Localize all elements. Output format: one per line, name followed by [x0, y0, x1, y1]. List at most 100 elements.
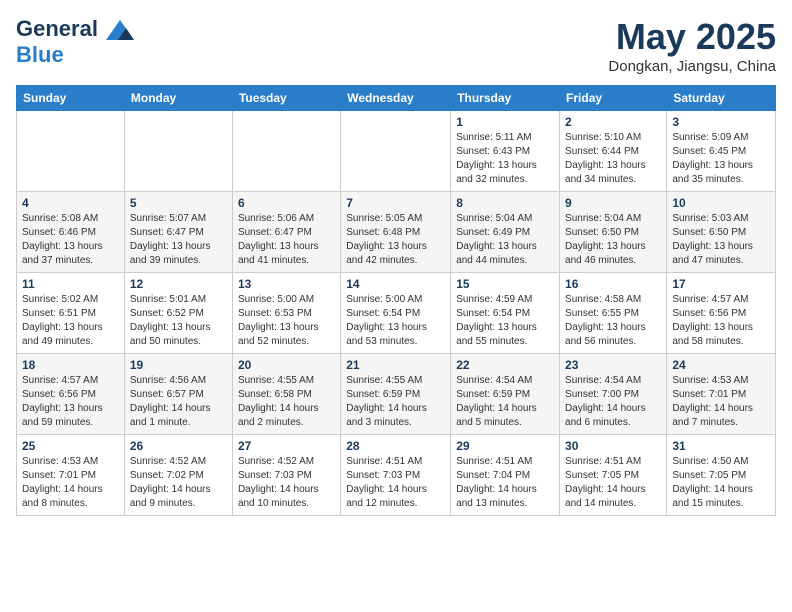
day-number: 30	[565, 439, 661, 453]
day-number: 7	[346, 196, 445, 210]
day-number: 3	[672, 115, 770, 129]
day-info: Sunrise: 4:57 AMSunset: 6:56 PMDaylight:…	[672, 293, 770, 349]
week-row-4: 18 Sunrise: 4:57 AMSunset: 6:56 PMDayligh…	[17, 354, 776, 435]
day-number: 16	[565, 277, 661, 291]
day-cell: 6Sunrise: 5:06 AMSunset: 6:47 PMDaylight…	[232, 192, 340, 273]
day-cell: 9 Sunrise: 5:04 AMSunset: 6:50 PMDaylight…	[560, 192, 667, 273]
day-cell: 21 Sunrise: 4:55 AMSunset: 6:59 PMDayligh…	[341, 354, 451, 435]
header-sunday: Sunday	[17, 86, 125, 111]
day-cell: 24 Sunrise: 4:53 AMSunset: 7:01 PMDayligh…	[667, 354, 776, 435]
day-cell: 27 Sunrise: 4:52 AMSunset: 7:03 PMDayligh…	[232, 435, 340, 516]
day-info: Sunrise: 5:00 AMSunset: 6:54 PMDaylight:…	[346, 293, 445, 349]
day-info: Sunrise: 5:00 AMSunset: 6:53 PMDaylight:…	[238, 293, 335, 349]
day-info: Sunrise: 4:51 AMSunset: 7:03 PMDaylight:…	[346, 455, 445, 511]
header-tuesday: Tuesday	[232, 86, 340, 111]
day-cell: 8 Sunrise: 5:04 AMSunset: 6:49 PMDaylight…	[451, 192, 560, 273]
day-info: Sunrise: 5:10 AMSunset: 6:44 PMDaylight:…	[565, 131, 661, 187]
day-number: 5	[130, 196, 227, 210]
day-number: 22	[456, 358, 554, 372]
day-number: 9	[565, 196, 661, 210]
day-cell: 26Sunrise: 4:52 AMSunset: 7:02 PMDayligh…	[124, 435, 232, 516]
day-cell: 7 Sunrise: 5:05 AMSunset: 6:48 PMDaylight…	[341, 192, 451, 273]
day-info: Sunrise: 4:56 AMSunset: 6:57 PMDaylight:…	[130, 374, 227, 430]
logo-icon	[104, 18, 136, 46]
location: Dongkan, Jiangsu, China	[608, 58, 776, 75]
month-title: May 2025	[608, 16, 776, 58]
day-info: Sunrise: 5:04 AMSunset: 6:49 PMDaylight:…	[456, 212, 554, 268]
day-info: Sunrise: 4:55 AMSunset: 6:59 PMDaylight:…	[346, 374, 445, 430]
day-cell: 29 Sunrise: 4:51 AMSunset: 7:04 PMDayligh…	[451, 435, 560, 516]
day-info: Sunrise: 4:51 AMSunset: 7:05 PMDaylight:…	[565, 455, 661, 511]
day-cell: 16 Sunrise: 4:58 AMSunset: 6:55 PMDayligh…	[560, 273, 667, 354]
day-cell: 14 Sunrise: 5:00 AMSunset: 6:54 PMDayligh…	[341, 273, 451, 354]
day-info: Sunrise: 5:02 AMSunset: 6:51 PMDaylight:…	[22, 293, 119, 349]
day-cell: 15 Sunrise: 4:59 AMSunset: 6:54 PMDayligh…	[451, 273, 560, 354]
day-number: 10	[672, 196, 770, 210]
day-cell: 4 Sunrise: 5:08 AMSunset: 6:46 PMDaylight…	[17, 192, 125, 273]
day-info: Sunrise: 4:52 AMSunset: 7:03 PMDaylight:…	[238, 455, 335, 511]
day-info: Sunrise: 4:54 AMSunset: 6:59 PMDaylight:…	[456, 374, 554, 430]
day-info: Sunrise: 4:58 AMSunset: 6:55 PMDaylight:…	[565, 293, 661, 349]
day-cell	[232, 111, 340, 192]
day-number: 13	[238, 277, 335, 291]
day-info: Sunrise: 5:04 AMSunset: 6:50 PMDaylight:…	[565, 212, 661, 268]
week-row-3: 11 Sunrise: 5:02 AMSunset: 6:51 PMDayligh…	[17, 273, 776, 354]
day-number: 21	[346, 358, 445, 372]
day-info: Sunrise: 4:50 AMSunset: 7:05 PMDaylight:…	[672, 455, 770, 511]
day-number: 26	[130, 439, 227, 453]
day-number: 27	[238, 439, 335, 453]
day-info: Sunrise: 5:08 AMSunset: 6:46 PMDaylight:…	[22, 212, 119, 268]
day-number: 24	[672, 358, 770, 372]
day-number: 1	[456, 115, 554, 129]
day-info: Sunrise: 5:11 AMSunset: 6:43 PMDaylight:…	[456, 131, 554, 187]
day-info: Sunrise: 4:59 AMSunset: 6:54 PMDaylight:…	[456, 293, 554, 349]
day-cell: 30 Sunrise: 4:51 AMSunset: 7:05 PMDayligh…	[560, 435, 667, 516]
day-number: 6	[238, 196, 335, 210]
day-info: Sunrise: 4:51 AMSunset: 7:04 PMDaylight:…	[456, 455, 554, 511]
day-cell: 10 Sunrise: 5:03 AMSunset: 6:50 PMDayligh…	[667, 192, 776, 273]
day-cell: 31 Sunrise: 4:50 AMSunset: 7:05 PMDayligh…	[667, 435, 776, 516]
day-cell: 17 Sunrise: 4:57 AMSunset: 6:56 PMDayligh…	[667, 273, 776, 354]
day-number: 11	[22, 277, 119, 291]
day-number: 4	[22, 196, 119, 210]
week-row-1: 1 Sunrise: 5:11 AMSunset: 6:43 PMDaylight…	[17, 111, 776, 192]
day-cell: 12Sunrise: 5:01 AMSunset: 6:52 PMDayligh…	[124, 273, 232, 354]
day-number: 19	[130, 358, 227, 372]
day-info: Sunrise: 4:54 AMSunset: 7:00 PMDaylight:…	[565, 374, 661, 430]
day-info: Sunrise: 4:53 AMSunset: 7:01 PMDaylight:…	[22, 455, 119, 511]
day-number: 28	[346, 439, 445, 453]
header-thursday: Thursday	[451, 86, 560, 111]
day-info: Sunrise: 5:09 AMSunset: 6:45 PMDaylight:…	[672, 131, 770, 187]
day-number: 25	[22, 439, 119, 453]
day-number: 31	[672, 439, 770, 453]
day-cell: 28 Sunrise: 4:51 AMSunset: 7:03 PMDayligh…	[341, 435, 451, 516]
logo: General Blue	[16, 16, 136, 68]
day-cell: 3 Sunrise: 5:09 AMSunset: 6:45 PMDaylight…	[667, 111, 776, 192]
day-info: Sunrise: 4:55 AMSunset: 6:58 PMDaylight:…	[238, 374, 335, 430]
day-info: Sunrise: 5:03 AMSunset: 6:50 PMDaylight:…	[672, 212, 770, 268]
day-number: 14	[346, 277, 445, 291]
week-row-5: 25 Sunrise: 4:53 AMSunset: 7:01 PMDayligh…	[17, 435, 776, 516]
header-wednesday: Wednesday	[341, 86, 451, 111]
day-number: 8	[456, 196, 554, 210]
day-number: 17	[672, 277, 770, 291]
day-cell	[17, 111, 125, 192]
day-cell: 13 Sunrise: 5:00 AMSunset: 6:53 PMDayligh…	[232, 273, 340, 354]
title-block: May 2025 Dongkan, Jiangsu, China	[608, 16, 776, 75]
day-number: 15	[456, 277, 554, 291]
day-cell: 25 Sunrise: 4:53 AMSunset: 7:01 PMDayligh…	[17, 435, 125, 516]
day-cell: 22 Sunrise: 4:54 AMSunset: 6:59 PMDayligh…	[451, 354, 560, 435]
day-number: 29	[456, 439, 554, 453]
day-info: Sunrise: 5:05 AMSunset: 6:48 PMDaylight:…	[346, 212, 445, 268]
day-number: 12	[130, 277, 227, 291]
day-number: 23	[565, 358, 661, 372]
day-cell: 5 Sunrise: 5:07 AMSunset: 6:47 PMDaylight…	[124, 192, 232, 273]
day-cell	[341, 111, 451, 192]
day-number: 2	[565, 115, 661, 129]
day-info: Sunrise: 4:57 AMSunset: 6:56 PMDaylight:…	[22, 374, 119, 430]
day-info: Sunrise: 4:53 AMSunset: 7:01 PMDaylight:…	[672, 374, 770, 430]
day-cell	[124, 111, 232, 192]
calendar-header-row: SundayMondayTuesdayWednesdayThursdayFrid…	[17, 86, 776, 111]
day-info: Sunrise: 5:07 AMSunset: 6:47 PMDaylight:…	[130, 212, 227, 268]
day-number: 18	[22, 358, 119, 372]
